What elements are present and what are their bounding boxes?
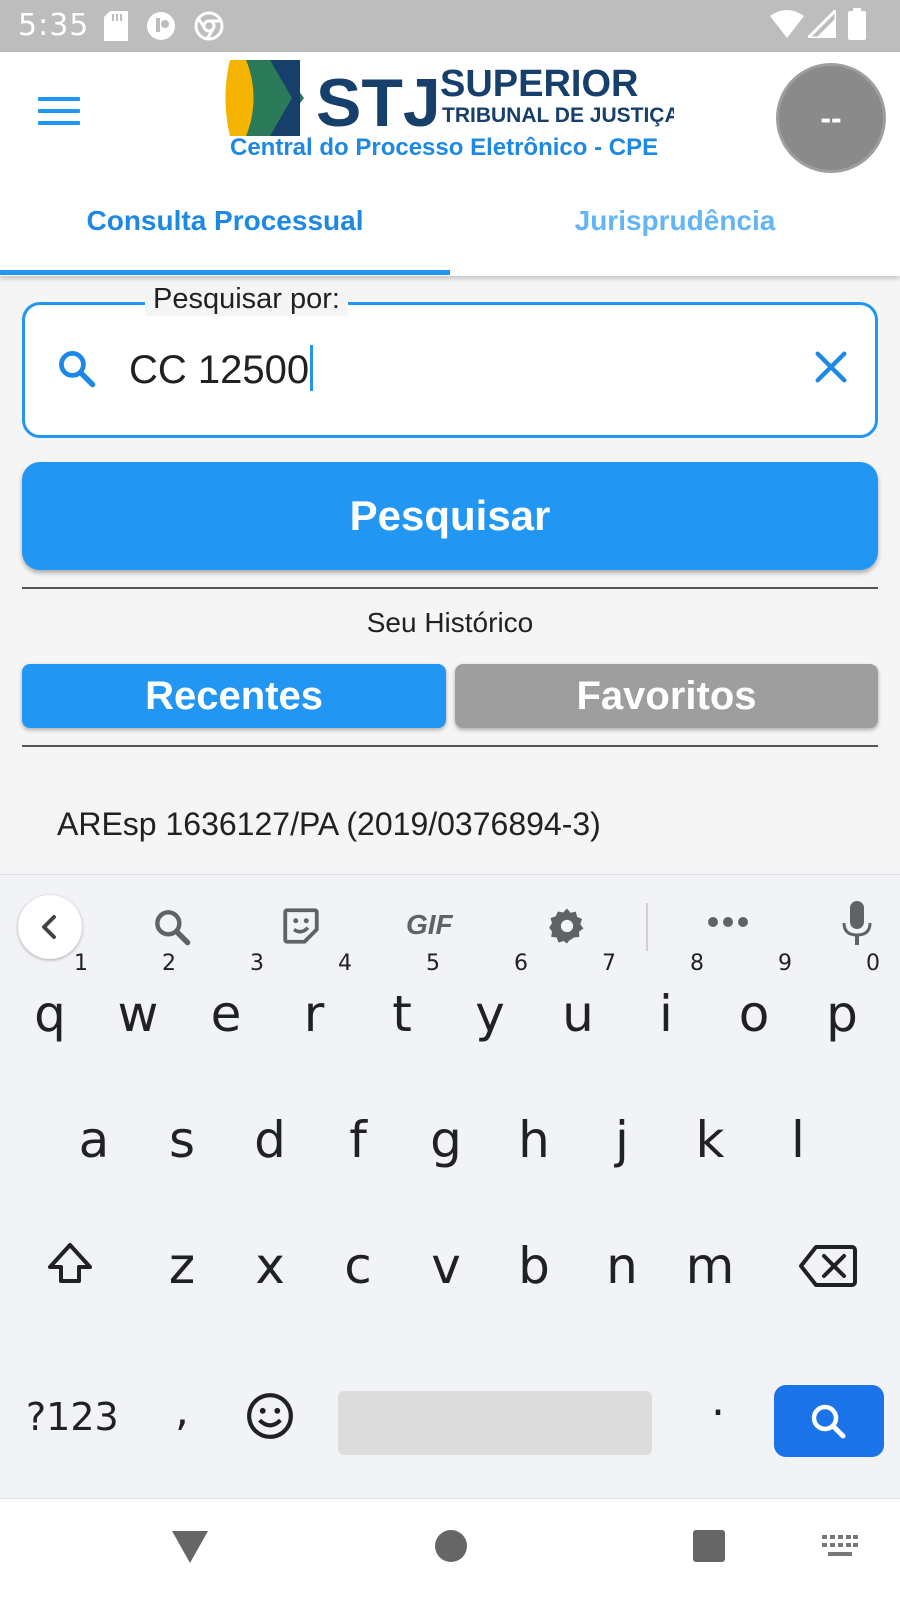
- gif-button[interactable]: GIF: [406, 909, 453, 941]
- keyboard-toolbar: GIF: [0, 875, 900, 975]
- space-bar[interactable]: [338, 1391, 652, 1455]
- search-icon: [811, 1404, 846, 1439]
- toolbar-separator: [646, 903, 648, 951]
- svg-text:STJ: STJ: [316, 65, 441, 138]
- stj-logo: STJ SUPERIOR TRIBUNAL DE JUSTIÇA: [224, 58, 680, 143]
- tab-jurisprudencia[interactable]: Jurisprudência: [450, 205, 900, 237]
- active-tab-indicator: [0, 270, 450, 275]
- symbols-key[interactable]: ?123: [26, 1395, 119, 1439]
- emoji-icon: [247, 1393, 293, 1439]
- divider: [22, 745, 878, 747]
- shift-icon: [48, 1243, 92, 1283]
- chrome-icon: [194, 11, 224, 46]
- signal-icon: [804, 6, 838, 43]
- svg-text:SUPERIOR: SUPERIOR: [440, 63, 638, 105]
- key-a[interactable]: a: [50, 1111, 138, 1169]
- sticker-icon[interactable]: [280, 905, 322, 952]
- svg-text:TRIBUNAL DE JUSTIÇA: TRIBUNAL DE JUSTIÇA: [442, 104, 674, 127]
- key-n[interactable]: n: [578, 1237, 666, 1295]
- key-f[interactable]: f: [314, 1111, 402, 1169]
- search-icon: [55, 347, 99, 396]
- on-screen-keyboard: GIF q1 w2 e3 r4 t5 y6 u7 i8 o9 p0 a s d …: [0, 874, 900, 1498]
- key-i[interactable]: i8: [622, 951, 710, 1043]
- history-title: Seu Histórico: [366, 607, 534, 638]
- microphone-icon[interactable]: [842, 901, 872, 952]
- key-r[interactable]: r4: [270, 951, 358, 1043]
- key-s[interactable]: s: [138, 1111, 226, 1169]
- search-field-label: Pesquisar por:: [145, 283, 348, 316]
- backspace-icon: [799, 1245, 857, 1287]
- keyboard-back-button[interactable]: [18, 895, 82, 959]
- comma-key[interactable]: ,: [138, 1385, 226, 1436]
- search-button[interactable]: Pesquisar: [22, 462, 878, 570]
- key-v[interactable]: v: [402, 1237, 490, 1295]
- shift-key[interactable]: [26, 1237, 114, 1305]
- key-z[interactable]: z: [138, 1237, 226, 1295]
- history-item[interactable]: AREsp 1636127/PA (2019/0376894-3): [57, 806, 601, 843]
- key-w[interactable]: w2: [94, 951, 182, 1043]
- keyboard-search-button[interactable]: [774, 1385, 884, 1457]
- settings-icon[interactable]: [546, 905, 588, 952]
- recents-nav-icon[interactable]: [692, 1529, 726, 1568]
- emoji-key[interactable]: [226, 1391, 314, 1453]
- key-d[interactable]: d: [226, 1111, 314, 1169]
- key-t[interactable]: t5: [358, 951, 446, 1043]
- key-y[interactable]: y6: [446, 951, 534, 1043]
- app-notification-icon: [146, 11, 176, 46]
- key-h[interactable]: h: [490, 1111, 578, 1169]
- key-e[interactable]: e3: [182, 951, 270, 1043]
- key-k[interactable]: k: [666, 1111, 754, 1169]
- keyboard-switch-icon[interactable]: [822, 1535, 858, 1566]
- battery-icon: [848, 8, 866, 45]
- tab-consulta-processual[interactable]: Consulta Processual: [0, 205, 450, 237]
- key-x[interactable]: x: [226, 1237, 314, 1295]
- key-c[interactable]: c: [314, 1237, 402, 1295]
- keyboard-search-icon[interactable]: [150, 905, 194, 954]
- home-nav-icon[interactable]: [434, 1529, 468, 1568]
- system-navigation-bar: [0, 1498, 900, 1600]
- key-l[interactable]: l: [754, 1111, 842, 1169]
- period-key[interactable]: .: [674, 1375, 762, 1426]
- status-bar: 5:35: [0, 0, 900, 52]
- app-header: STJ SUPERIOR TRIBUNAL DE JUSTIÇA Central…: [0, 52, 900, 276]
- status-time: 5:35: [18, 8, 90, 43]
- search-input[interactable]: CC 12500: [129, 345, 314, 393]
- chevron-left-icon: [42, 915, 56, 939]
- more-options-icon[interactable]: [706, 915, 750, 934]
- key-u[interactable]: u7: [534, 951, 622, 1043]
- segment-recentes[interactable]: Recentes: [22, 664, 446, 728]
- segment-favoritos[interactable]: Favoritos: [455, 664, 878, 728]
- backspace-key[interactable]: [784, 1241, 872, 1303]
- app-subtitle: Central do Processo Eletrônico - CPE: [230, 134, 659, 161]
- hamburger-icon[interactable]: [38, 97, 84, 133]
- key-b[interactable]: b: [490, 1237, 578, 1295]
- user-avatar[interactable]: --: [776, 63, 886, 173]
- text-cursor: [310, 345, 314, 391]
- key-p[interactable]: p0: [798, 951, 886, 1043]
- back-nav-icon[interactable]: [170, 1529, 210, 1570]
- wifi-icon: [770, 10, 804, 43]
- search-field[interactable]: Pesquisar por: CC 12500: [22, 283, 878, 438]
- divider: [22, 587, 878, 589]
- key-q[interactable]: q1: [6, 951, 94, 1043]
- clear-icon[interactable]: [811, 347, 851, 392]
- key-o[interactable]: o9: [710, 951, 798, 1043]
- key-j[interactable]: j: [578, 1111, 666, 1169]
- sd-card-icon: [104, 11, 128, 46]
- key-m[interactable]: m: [666, 1237, 754, 1295]
- key-g[interactable]: g: [402, 1111, 490, 1169]
